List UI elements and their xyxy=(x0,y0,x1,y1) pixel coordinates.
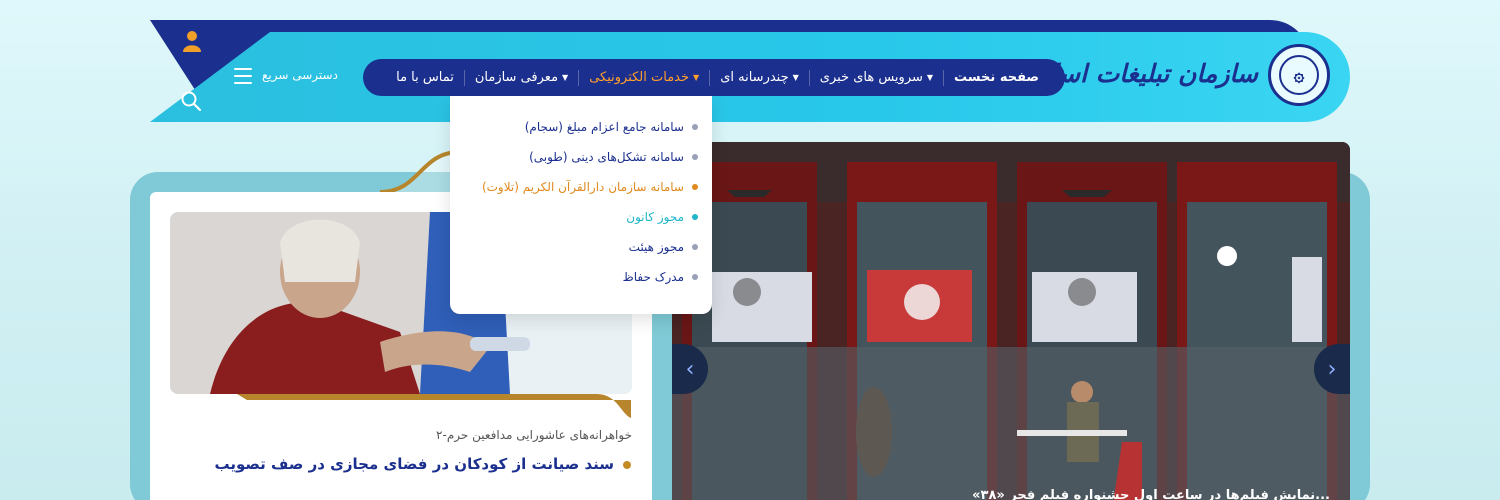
chevron-down-icon: ▼ xyxy=(562,73,569,82)
nav-item-label: چندرسانه ای xyxy=(720,70,789,85)
nav-separator xyxy=(463,69,465,86)
image-gold-underline xyxy=(237,394,631,418)
bullet-icon xyxy=(692,154,698,160)
main-nav: صفحه نخست سرویس های خبری ▼ چندرسانه ای ▼ خدما… xyxy=(363,59,1065,96)
nav-item-label: تماس با ما xyxy=(396,70,454,85)
dropdown-item-label: سامانه جامع اعزام مبلغ (سجام) xyxy=(524,120,684,134)
logo-emblem-icon: ۞ xyxy=(1268,44,1330,106)
nav-item-label: معرفی سازمان xyxy=(474,70,559,85)
nav-item-2[interactable]: چندرسانه ای ▼ xyxy=(720,70,799,85)
nav-separator xyxy=(709,69,711,86)
nav-item-1[interactable]: سرویس های خبری ▼ xyxy=(820,70,933,85)
logo[interactable]: سازمان تبلیغات اسلامی ۞ xyxy=(1010,42,1330,112)
nav-item-4[interactable]: معرفی سازمان ▼ xyxy=(475,70,568,85)
news-subtitle[interactable]: خواهرانه‌های عاشورایی مدافعین حرم-۲ xyxy=(170,428,632,442)
dropdown-item-3[interactable]: مجوز کانون xyxy=(626,210,698,224)
dropdown-item-5[interactable]: مدرک حفاظ xyxy=(623,270,698,284)
nav-item-3[interactable]: خدمات الکترونیکی ▼ xyxy=(589,70,699,85)
nav-item-0[interactable]: صفحه نخست xyxy=(954,70,1039,85)
news-headline[interactable]: سند صیانت از کودکان در فضای مجازی در صف … xyxy=(170,455,614,473)
headline-bullet xyxy=(623,461,631,469)
dropdown-item-0[interactable]: سامانه جامع اعزام مبلغ (سجام) xyxy=(525,120,698,134)
chevron-down-icon: ▼ xyxy=(792,73,799,82)
dropdown-item-label: سامانه تشکل‌های دینی (طوبی) xyxy=(529,150,684,164)
nav-separator xyxy=(808,69,810,86)
hamburger-icon[interactable] xyxy=(234,68,252,84)
dropdown-item-label: مجوز کانون xyxy=(626,210,684,224)
nav-item-5[interactable]: تماس با ما xyxy=(396,70,454,85)
nav-item-label: خدمات الکترونیکی xyxy=(589,70,690,85)
quick-access-label[interactable]: دسترسی سریع xyxy=(262,68,338,82)
nav-item-label: سرویس های خبری xyxy=(819,70,923,85)
slider-caption[interactable]: ...نمایش فیلم‌ها در ساعت اول جشنواره فیل… xyxy=(940,488,1330,500)
dropdown-item-label: مدرک حفاظ xyxy=(622,270,684,284)
search-icon[interactable] xyxy=(180,90,202,112)
user-icon[interactable] xyxy=(181,29,203,53)
dropdown-item-2[interactable]: سامانه سازمان دارالقرآن الکریم (تلاوت) xyxy=(482,180,698,194)
dropdown-item-label: مجوز هیئت xyxy=(628,240,684,254)
bullet-icon xyxy=(692,274,698,280)
dropdown-item-label: سامانه سازمان دارالقرآن الکریم (تلاوت) xyxy=(481,180,684,194)
nav-item-label: صفحه نخست xyxy=(954,70,1039,85)
dropdown-item-1[interactable]: سامانه تشکل‌های دینی (طوبی) xyxy=(529,150,698,164)
logo-text: سازمان تبلیغات اسلامی xyxy=(1010,59,1258,88)
chevron-down-icon: ▼ xyxy=(926,73,934,82)
electronic-services-dropdown: سامانه جامع اعزام مبلغ (سجام) سامانه تشکل… xyxy=(450,96,712,314)
hero-slider[interactable] xyxy=(672,142,1350,500)
bullet-icon xyxy=(692,244,698,250)
bullet-icon xyxy=(692,184,698,190)
nav-separator xyxy=(943,69,945,86)
bullet-icon xyxy=(692,214,698,220)
dropdown-item-4[interactable]: مجوز هیئت xyxy=(629,240,698,254)
chevron-down-icon: ▼ xyxy=(693,73,700,82)
nav-separator xyxy=(578,69,580,86)
bullet-icon xyxy=(692,124,698,130)
